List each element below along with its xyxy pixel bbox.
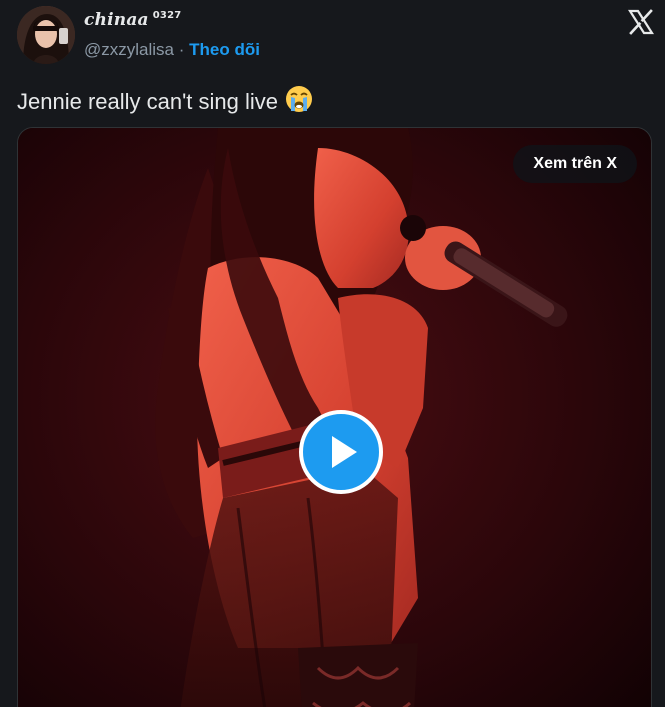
display-name[interactable]: chinaa 0327	[84, 10, 181, 30]
separator-dot: ·	[178, 40, 185, 59]
video-player[interactable]: Xem trên X	[17, 127, 652, 707]
user-handle[interactable]: @zxzylalisa	[84, 40, 174, 59]
tweet-embed-card: chinaa 0327 @zxzylalisa · Theo dõi Jennie…	[0, 0, 665, 707]
view-on-x-button[interactable]: Xem trên X	[513, 145, 637, 183]
handle-row: @zxzylalisa · Theo dõi	[84, 40, 260, 60]
tweet-body: Jennie really can't sing live	[17, 89, 279, 114]
play-button[interactable]	[299, 410, 383, 494]
display-name-suffix: 0327	[152, 10, 182, 21]
play-icon	[332, 436, 357, 468]
loudly-crying-face-icon	[284, 84, 314, 114]
avatar[interactable]	[17, 6, 75, 64]
x-logo-icon[interactable]	[627, 8, 655, 36]
tweet-text: Jennie really can't sing live	[17, 84, 314, 115]
follow-button[interactable]: Theo dõi	[189, 40, 260, 59]
